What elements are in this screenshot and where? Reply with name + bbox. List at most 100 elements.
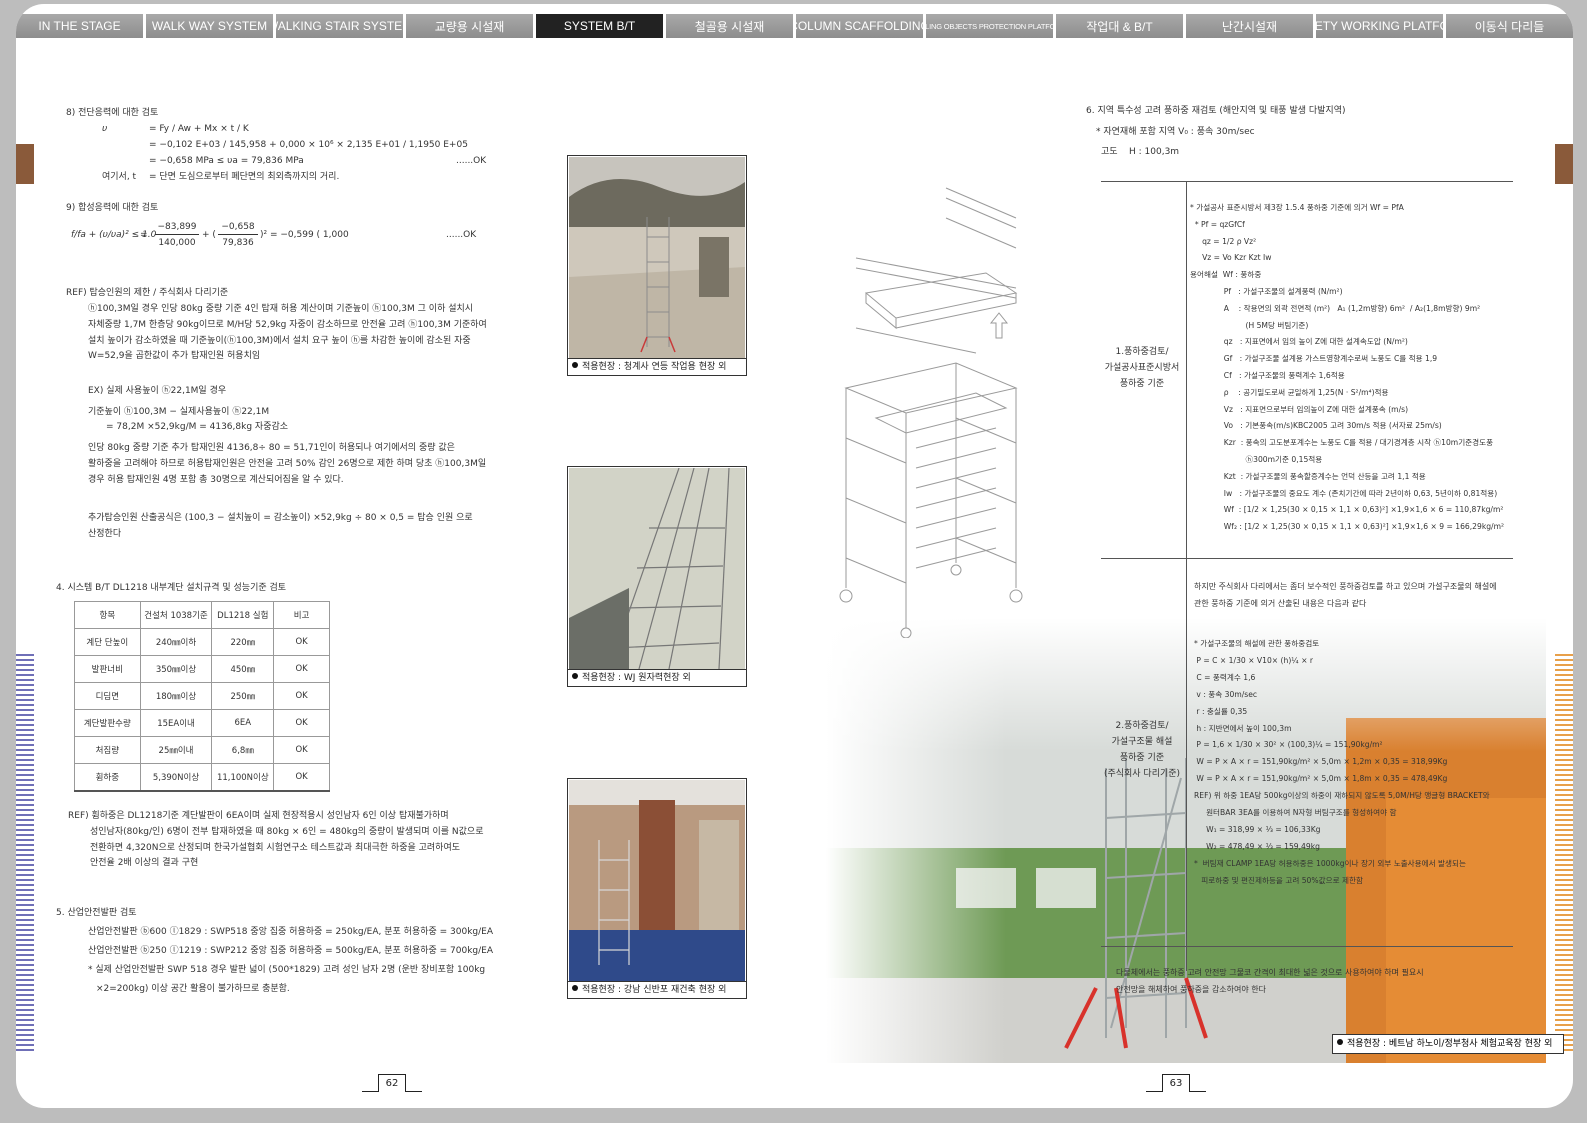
nav-tab[interactable]: 교량용 시설재 <box>406 14 533 38</box>
section-9-heading: 9) 합성응력에 대한 검토 <box>66 203 159 213</box>
section-8-heading: 8) 전단응력에 대한 검토 <box>66 108 159 118</box>
formula-line: Gf : 가설구조물 설계용 가스트영향계수로써 노풍도 C를 적용 1,9 <box>1190 354 1438 364</box>
table-cell: 처짐량 <box>74 736 141 764</box>
nav-tab[interactable]: 난간시설재 <box>1186 14 1313 38</box>
top-navigation: IN THE STAGEWALK WAY SYSTEMWALKING STAIR… <box>16 14 1573 38</box>
formula-line: Kzr : 풍속의 고도분포계수는 노풍도 C를 적용 / 대기경계층 시작 ⓗ… <box>1190 438 1494 448</box>
combined-ok: ......OK <box>446 230 477 240</box>
catalog-spread: IN THE STAGEWALK WAY SYSTEMWALKING STAIR… <box>16 4 1573 1108</box>
table-cell: 450㎜ <box>211 655 275 683</box>
combined-eq-sign: = <box>140 230 148 240</box>
formula-line: ⓗ300m기준 0,15적용 <box>1190 454 1323 464</box>
nav-tab[interactable]: FALLING OBJECTS PROTECTION PLATFORM <box>926 14 1053 38</box>
ref-passenger-line: W=52,9을 곱한값이 추가 탑재인원 허용치임 <box>88 351 261 362</box>
table-row: 디딤면 180㎜이상 250㎜ OK <box>74 682 330 710</box>
example-body: 인당 80kg 중량 기준 추가 탑재인원 4136,8÷ 80 = 51,71… <box>88 441 486 488</box>
wind-table-mid-rule <box>1101 558 1513 559</box>
section-4-heading: 4. 시스템 B/T DL1218 내부계단 설치규격 및 성능기준 검토 <box>56 583 287 593</box>
wind-row-2-label: 2.풍하중검토/ 가설구조물 해설 풍하중 기준 (주식회사 다리기준) <box>1101 718 1183 782</box>
formula-line: Vz : 지표면으로부터 임의높이 Z에 대한 설계풍속 (m/s) <box>1190 404 1409 414</box>
page-number-63: 63 <box>1146 1074 1206 1094</box>
safety-plank-body: 산업안전발판 ⓑ600 ⓛ1829 : SWP518 중앙 집중 허용하중 = … <box>88 923 493 999</box>
nav-tab[interactable]: WALKING STAIR SYSTEM <box>276 14 403 38</box>
table-row: 계단 단높이 240㎜이하 220㎜ OK <box>74 628 330 656</box>
temple-scaffold-photo <box>569 157 745 358</box>
formula-line: 원터BAR 3EA를 이용하여 N자형 버팀구조를 형성하여야 함 <box>1194 808 1397 818</box>
where-definition: = 단면 도심으로부터 폐단면의 최외측까지의 거리. <box>149 172 340 182</box>
nav-tab[interactable]: WALK WAY SYSTEM <box>146 14 273 38</box>
example-heading: EX) 실제 사용높이 ⓗ22,1M일 경우 <box>88 386 227 396</box>
nav-tab[interactable]: SYSTEM B/T <box>536 14 663 38</box>
formula-line: qz : 지표면에서 임의 높이 Z에 대한 설계속도압 (N/m²) <box>1190 337 1408 347</box>
ref-passenger-line: 자체중량 1,7M 한층당 90kg이므로 M/H당 52,9kg 자중이 감소… <box>88 319 487 330</box>
section-5-heading: 5. 산업안전발판 검토 <box>56 908 137 918</box>
fraction-2-denominator: 79,836 <box>222 238 254 248</box>
section-6-heading: 6. 지역 특수성 고려 풍하중 재검토 (해안지역 및 태풍 발생 다발지역) <box>1086 106 1346 116</box>
stair-spec-table: 항목 건설처 1038기준 DL1218 실험 비고 계단 단높이 240㎜이하 220㎜ O… <box>74 601 330 792</box>
example-body-line: 인당 80kg 중량 기준 추가 탑재인원 4136,8÷ 80 = 51,71… <box>88 443 455 453</box>
nav-tab[interactable]: 이동식 다리들 <box>1446 14 1573 38</box>
shear-eq-1: = Fy / Aw + Mx × t / K <box>149 124 249 134</box>
shear-ok: ......OK <box>456 156 487 166</box>
example-body-line: 경우 허용 탑재인원 4명 포함 총 30명으로 계산되어짐을 알 수 있다. <box>88 474 344 485</box>
formula-line: W = P × A × r = 151,90kg/m² × 5,0m × 1,2… <box>1194 757 1448 767</box>
shear-eq-3: = −0,658 MPa ≤ υa = 79,836 MPa <box>149 156 304 166</box>
formula-line: * 가설구조물의 해설에 관한 풍하중검토 <box>1194 639 1320 648</box>
conservative-note-line: 관한 풍하중 기준에 의거 산출된 내용은 다음과 같다 <box>1194 599 1367 608</box>
table-row: 발판너비 350㎜이상 450㎜ OK <box>74 655 330 683</box>
formula-line: Wf : [1/2 × 1,25(30 × 0,15 × 1,1 × 0,63)… <box>1190 505 1504 515</box>
photo-caption: 적용현장 : WJ 원자력현장 외 <box>568 669 746 686</box>
safety-plank-line: 산업안전발판 ⓑ600 ⓛ1829 : SWP518 중앙 집중 허용하중 = … <box>88 927 494 937</box>
formula-line: (H 5M당 버팀기준) <box>1190 320 1309 330</box>
page-62: 8) 전단응력에 대한 검토 υ = Fy / Aw + Mx × t / K … <box>16 38 796 1108</box>
nav-tab[interactable]: IN THE STAGE <box>16 14 143 38</box>
safety-net-note: 다물체에서는 풍하중 고려 안전망 그물코 간격이 최대한 넓은 것으로 사용하… <box>1116 964 1424 998</box>
ref-passenger-line: ⓗ100,3M일 경우 인당 80kg 중량 기준 4인 탑재 허용 계산이며 … <box>88 304 474 314</box>
fraction-1-denominator: 140,000 <box>158 238 196 248</box>
site-photo-temple: 적용현장 : 청계사 연등 작업용 현장 외 <box>567 155 747 376</box>
wind-row-1-body: * 가설공사 표준시방서 제3장 1.5.4 풍하중 기준에 의거 Wf = P… <box>1190 200 1504 536</box>
combined-plus: + ( <box>202 230 216 240</box>
gangnam-site-photo <box>569 780 745 981</box>
nav-tab[interactable]: COLUMN SCAFFOLDING <box>796 14 923 38</box>
row-label-line: 가설공사표준시방서 <box>1104 363 1180 373</box>
formula-line: Pf : 가설구조물의 설계풍력 (N/m²) <box>1190 286 1343 296</box>
vietnam-photo-caption: 적용현장 : 베트남 하노이/정부청사 체험교육장 현장 외 <box>1332 1034 1564 1054</box>
row-label-line: 1.풍하중검토/ <box>1115 347 1169 357</box>
nav-tab[interactable]: 작업대 & B/T <box>1056 14 1183 38</box>
formula-line: * Pf = qzGfCf <box>1190 219 1245 229</box>
wind-table-column-rule <box>1186 181 1187 971</box>
altitude-line: 고도 H : 100,3m <box>1101 147 1180 157</box>
table-cell: 비고 <box>273 601 330 629</box>
ref-bending-note: REF) 휨하중은 DL1218기준 계단발판이 6EA이며 실제 현장적용시 … <box>68 809 484 872</box>
safety-plank-line: ×2=200kg) 이상 공간 활용이 불가하므로 충분함. <box>96 984 290 994</box>
page-63: 6. 지역 특수성 고려 풍하중 재검토 (해안지역 및 태풍 발생 다발지역)… <box>796 38 1573 1108</box>
extra-passenger-formula: 추가탑승인원 산출공식은 (100,3 − 설치높이 = 감소높이) ×52,9… <box>88 511 473 543</box>
formula-line: Kzt : 가설구조물의 풍속할증계수는 언덕 산등을 고려 1,1 적용 <box>1190 471 1426 481</box>
natural-disaster-zone: * 자연재해 포함 지역 V₀ : 풍속 30m/sec <box>1096 127 1255 137</box>
row-label-line: (주식회사 다리기준) <box>1103 769 1181 779</box>
formula-line: Cf : 가설구조물의 풍력계수 1,6적용 <box>1190 370 1345 380</box>
formula-line: ρ : 공기밀도로써 균일하게 1,25(N · S²/m⁴)적용 <box>1190 387 1389 397</box>
table-row: 계단발판수량 15EA이내 6EA OK <box>74 709 330 737</box>
table-cell: 220㎜ <box>211 628 275 656</box>
row-label-line: 풍하중 기준 <box>1119 753 1165 763</box>
page-number-62: 62 <box>362 1074 422 1094</box>
table-cell: 계단발판수량 <box>74 709 141 737</box>
table-row: 휨하중 5,390N이상 11,100N이상 OK <box>74 763 330 792</box>
table-cell: 25㎜이내 <box>139 736 213 764</box>
table-cell: OK <box>273 709 330 737</box>
table-cell: DL1218 실험 <box>211 601 275 629</box>
wind-row-2-body: * 가설구조물의 해설에 관한 풍하중검토 P = C × 1/30 × V10… <box>1194 636 1490 890</box>
ref-bending-line: 전환하면 4,320N으로 산정되며 한국가설협회 시험연구소 테스트값과 최대… <box>90 842 461 853</box>
table-cell: 계단 단높이 <box>74 628 141 656</box>
table-cell: OK <box>273 763 330 792</box>
table-cell: 디딤면 <box>74 682 141 710</box>
photo-caption: 적용현장 : 청계사 연등 작업용 현장 외 <box>568 358 746 375</box>
scaffold-exploded-drawing <box>839 187 1023 638</box>
table-cell: 5,390N이상 <box>139 763 213 792</box>
row-label-line: 2.풍하중검토/ <box>1115 721 1169 731</box>
formula-line: Vo : 기본풍속(m/s)KBC2005 고려 30m/s 적용 (서자료 2… <box>1190 421 1442 431</box>
nav-tab[interactable]: 철골용 시설재 <box>666 14 793 38</box>
nav-tab[interactable]: SAFETY WORKING PLATFORM <box>1316 14 1443 38</box>
